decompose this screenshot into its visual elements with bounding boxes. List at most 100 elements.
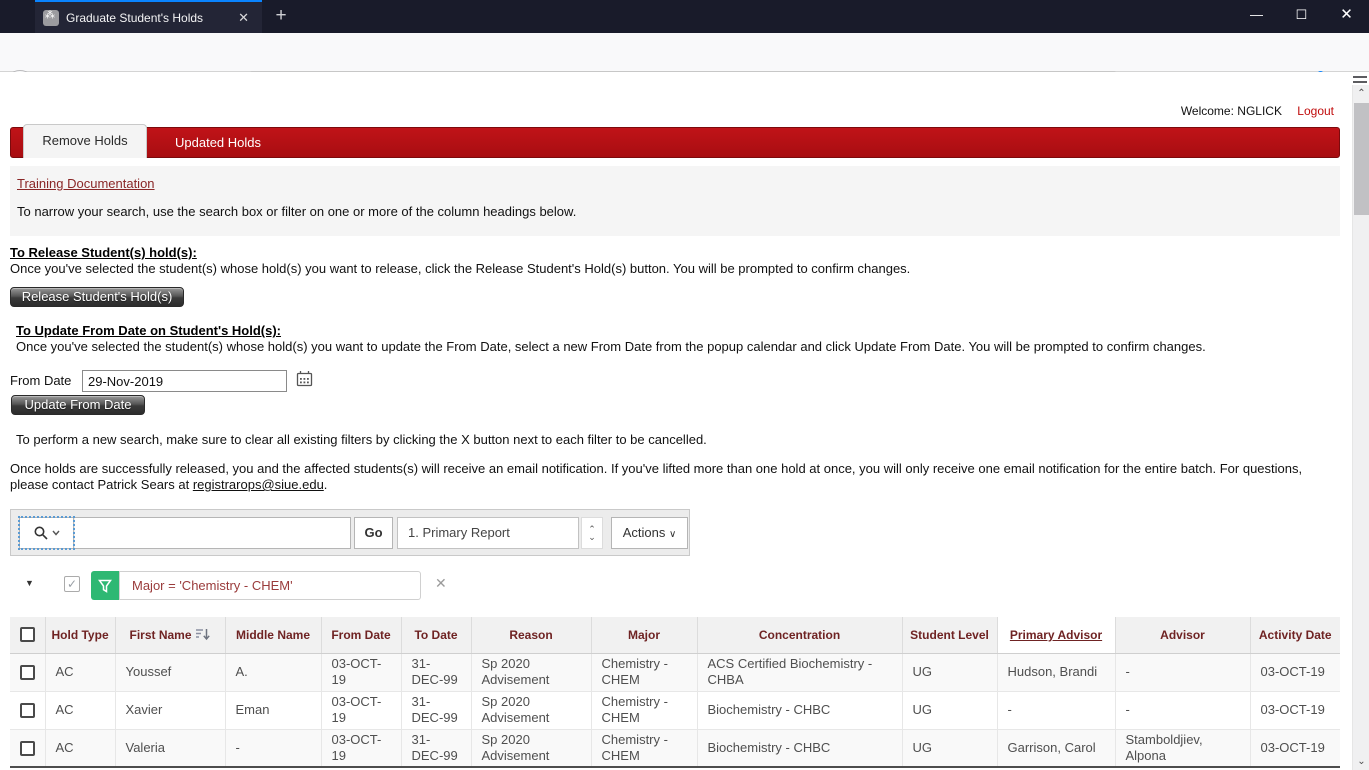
window-minimize-button[interactable]: — <box>1234 0 1279 30</box>
training-documentation-link[interactable]: Training Documentation <box>17 176 155 191</box>
filter-row: ▼ ✓ Major = 'Chemistry - CHEM' ✕ <box>0 570 700 600</box>
info-box: Training Documentation To narrow your se… <box>10 166 1340 236</box>
window-maximize-button[interactable]: ☐ <box>1279 0 1324 30</box>
logout-link[interactable]: Logout <box>1297 104 1334 118</box>
column-header-reason[interactable]: Reason <box>470 617 591 654</box>
table-cell: Biochemistry - CHBC <box>696 729 902 768</box>
table-cell: Chemistry - CHEM <box>590 729 697 768</box>
table-cell: Valeria <box>114 729 225 768</box>
table-row: AC Youssef A. 03-OCT-19 31-DEC-99 Sp 2020 Adv… <box>10 653 1340 692</box>
table-cell: UG <box>901 653 997 692</box>
filter-checkbox[interactable]: ✓ <box>64 576 80 592</box>
narrow-search-text: To narrow your search, use the search bo… <box>17 204 577 219</box>
report-search-input[interactable] <box>75 517 351 549</box>
chevron-down-icon <box>52 530 60 536</box>
table-cell: 03-OCT-19 <box>1249 691 1340 730</box>
filter-chip[interactable]: Major = 'Chemistry - CHEM' <box>119 571 421 600</box>
table-cell: 03-OCT-19 <box>320 653 401 692</box>
apex-tab-bar: Remove Holds Updated Holds <box>10 124 1340 158</box>
scroll-up-icon[interactable]: ⌃ <box>1353 85 1369 102</box>
column-header-first-name[interactable]: First Name <box>114 617 225 654</box>
new-tab-button[interactable]: + <box>268 4 294 28</box>
table-cell: 03-OCT-19 <box>320 691 401 730</box>
report-spinner[interactable]: ⌃ ⌄ <box>581 517 603 549</box>
scrollbar-thumb[interactable] <box>1354 103 1369 215</box>
table-cell: AC <box>44 691 115 730</box>
column-header-advisor[interactable]: Advisor <box>1114 617 1250 654</box>
table-cell: Biochemistry - CHBC <box>696 691 902 730</box>
update-from-date-button[interactable]: Update From Date <box>11 395 145 415</box>
table-cell: Chemistry - CHEM <box>590 653 697 692</box>
row-checkbox[interactable] <box>20 702 35 718</box>
from-date-input[interactable] <box>82 370 287 392</box>
search-scope-button[interactable] <box>18 516 75 550</box>
scroll-down-icon[interactable]: ⌄ <box>1353 753 1369 770</box>
browser-titlebar: Graduate Student's Holds ✕ + — ☐ ✕ <box>0 0 1369 33</box>
from-date-label: From Date <box>10 373 72 388</box>
tab-title: Graduate Student's Holds <box>66 10 204 25</box>
table-cell: ACS Certified Biochemistry - CHBA <box>696 653 902 692</box>
table-cell: A. <box>224 653 321 692</box>
table-cell: Youssef <box>114 653 225 692</box>
table-cell: Stamboldjiev, Alpona <box>1114 729 1250 768</box>
search-icon <box>34 526 48 540</box>
table-cell: Hudson, Brandi <box>996 653 1115 692</box>
calendar-icon[interactable] <box>296 370 313 390</box>
release-holds-button[interactable]: Release Student's Hold(s) <box>10 287 184 307</box>
update-body: Once you've selected the student(s) whos… <box>16 339 1206 354</box>
collapse-caret-icon[interactable]: ▼ <box>25 578 34 588</box>
table-cell: 31-DEC-99 <box>400 653 471 692</box>
tab-close-icon[interactable]: ✕ <box>233 8 254 28</box>
table-cell: Sp 2020 Advisement <box>470 653 591 692</box>
table-cell: Xavier <box>114 691 225 730</box>
go-button[interactable]: Go <box>354 517 393 549</box>
welcome-text: Welcome: NGLICK <box>1180 104 1282 118</box>
clear-filters-note: To perform a new search, make sure to cl… <box>16 432 707 447</box>
table-cell: Eman <box>224 691 321 730</box>
tab-remove-holds[interactable]: Remove Holds <box>23 124 147 158</box>
window-close-button[interactable]: ✕ <box>1324 0 1369 30</box>
release-body: Once you've selected the student(s) whos… <box>10 261 911 276</box>
site-favicon <box>43 9 59 26</box>
table-cell: Garrison, Carol <box>996 729 1115 768</box>
update-heading: To Update From Date on Student's Hold(s)… <box>16 323 282 338</box>
registrar-email-link[interactable]: registrarops@siue.edu <box>193 477 324 492</box>
filter-remove-icon[interactable]: ✕ <box>435 575 447 592</box>
table-bottom-border <box>10 766 1340 768</box>
table-cell: 03-OCT-19 <box>1249 729 1340 768</box>
table-cell: Sp 2020 Advisement <box>470 729 591 768</box>
table-cell: Chemistry - CHEM <box>590 691 697 730</box>
report-select[interactable]: 1. Primary Report <box>397 517 579 549</box>
table-cell: 31-DEC-99 <box>400 729 471 768</box>
table-cell: AC <box>44 653 115 692</box>
actions-menu-button[interactable]: Actions ∨ <box>611 517 688 549</box>
table-cell: AC <box>44 729 115 768</box>
column-header-major[interactable]: Major <box>590 617 697 654</box>
browser-tab[interactable]: Graduate Student's Holds ✕ <box>35 0 262 33</box>
page-scrollbar[interactable]: ⌃ ⌄ <box>1352 85 1369 770</box>
column-header-student-level[interactable]: Student Level <box>901 617 997 654</box>
tab-updated-holds[interactable]: Updated Holds <box>161 128 275 157</box>
column-header-to-date[interactable]: To Date <box>400 617 471 654</box>
table-cell: - <box>224 729 321 768</box>
row-checkbox[interactable] <box>20 740 35 756</box>
table-cell: UG <box>901 691 997 730</box>
table-cell: - <box>1114 691 1250 730</box>
report-toolbar: Go 1. Primary Report ⌃ ⌄ Actions ∨ <box>10 509 690 556</box>
table-cell: 03-OCT-19 <box>1249 653 1340 692</box>
release-heading: To Release Student(s) hold(s): <box>10 245 197 260</box>
select-all-checkbox[interactable] <box>19 627 35 643</box>
column-header-from-date[interactable]: From Date <box>320 617 401 654</box>
column-header-activity-date[interactable]: Activity Date <box>1249 617 1340 654</box>
table-cell: 31-DEC-99 <box>400 691 471 730</box>
column-header-concentration[interactable]: Concentration <box>696 617 902 654</box>
select-all-header <box>10 617 45 654</box>
table-cell: - <box>1114 653 1250 692</box>
row-checkbox[interactable] <box>20 664 35 680</box>
column-header-hold-type[interactable]: Hold Type <box>44 617 115 654</box>
chevron-down-icon: ∨ <box>668 529 677 540</box>
column-header-middle-name[interactable]: Middle Name <box>224 617 321 654</box>
browser-navbar: ⓘ https://bannerpreprod.isg.siue.edu/apx… <box>0 33 1369 100</box>
column-header-primary-advisor[interactable]: Primary Advisor <box>996 617 1115 654</box>
page-content: Welcome: NGLICK Logout Remove Holds Upda… <box>0 72 1352 770</box>
